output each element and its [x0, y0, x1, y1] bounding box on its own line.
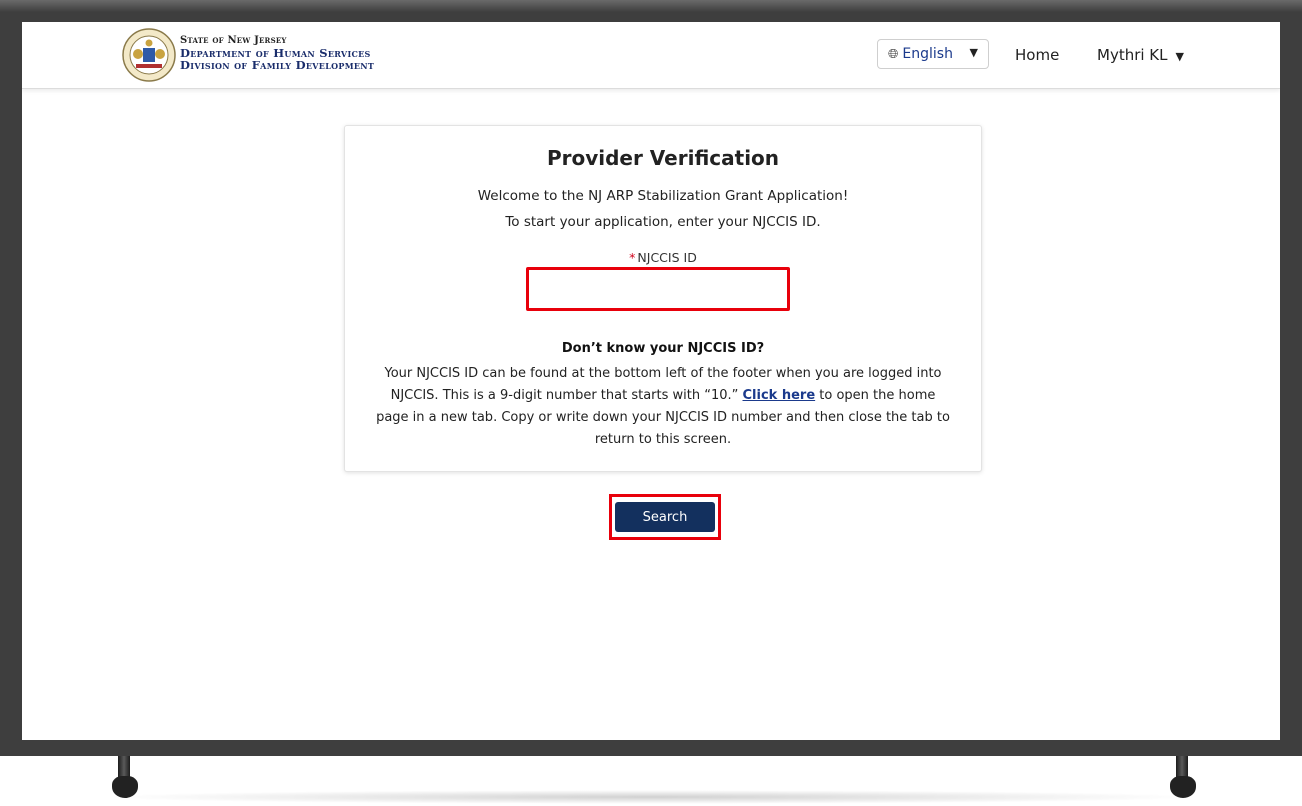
njccis-id-label-text: NJCCIS ID — [637, 250, 697, 265]
search-button[interactable]: Search — [615, 502, 715, 532]
nj-seal-logo — [122, 28, 176, 82]
language-label: English — [902, 46, 953, 62]
chevron-down-icon: ▼ — [969, 46, 978, 59]
instruction-text: To start your application, enter your NJ… — [505, 214, 821, 230]
chevron-down-icon: ▼ — [1175, 50, 1184, 63]
help-heading: Don’t know your NJCCIS ID? — [561, 341, 765, 356]
njccis-id-label: * NJCCIS ID — [345, 250, 981, 265]
monitor-leg-right — [1170, 756, 1200, 800]
required-marker: * — [629, 250, 636, 265]
user-name: Mythri KL — [1097, 46, 1168, 64]
provider-verification-card: Provider Verification Welcome to the NJ … — [344, 125, 982, 472]
floor-shadow — [100, 790, 1200, 804]
welcome-text: Welcome to the NJ ARP Stabilization Gran… — [477, 188, 849, 204]
agency-division: Division of Family Development — [180, 58, 375, 72]
home-link[interactable]: Home — [1015, 46, 1059, 64]
site-header: State of New Jersey Department of Human … — [22, 22, 1280, 89]
page-title: Provider Verification — [546, 146, 780, 170]
leg-foot — [112, 776, 138, 798]
njccis-id-input[interactable] — [526, 267, 790, 311]
agency-name: State of New Jersey Department of Human … — [180, 35, 374, 71]
user-menu[interactable]: Mythri KL ▼ — [1097, 46, 1184, 64]
click-here-link[interactable]: Click here — [743, 388, 816, 403]
monitor-leg-left — [112, 756, 142, 800]
globe-icon: 🌐︎ — [888, 46, 899, 62]
screen: State of New Jersey Department of Human … — [22, 22, 1280, 740]
bezel-highlight — [0, 0, 1302, 12]
leg-foot — [1170, 776, 1196, 798]
monitor-frame: State of New Jersey Department of Human … — [0, 0, 1302, 756]
language-selector[interactable]: 🌐︎ English ▼ — [877, 39, 989, 69]
help-text: Your NJCCIS ID can be found at the botto… — [375, 363, 951, 451]
